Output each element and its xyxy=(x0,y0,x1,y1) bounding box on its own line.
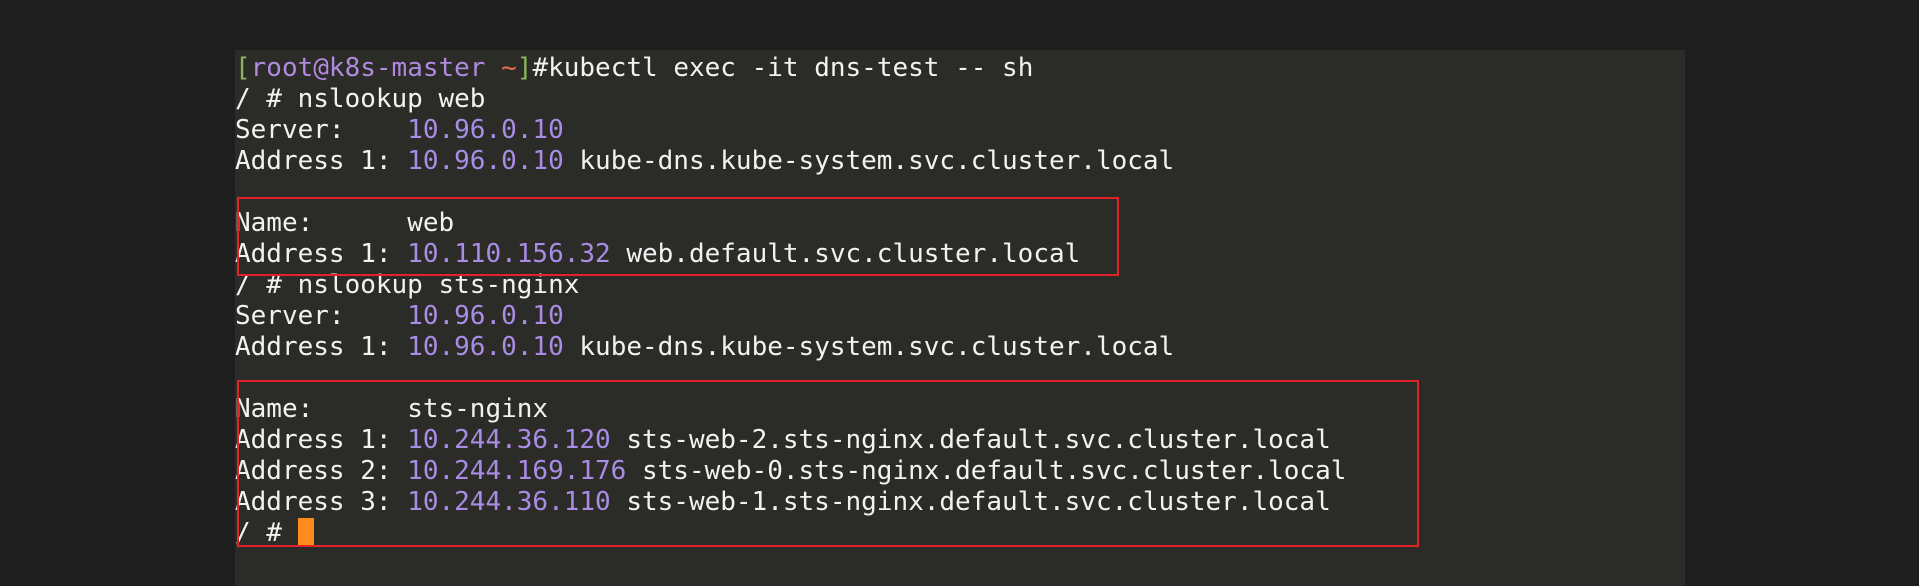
nslookup-web-command: / # nslookup web xyxy=(235,84,486,114)
prompt-hash: # xyxy=(532,53,549,83)
address-hostname: kube-dns.kube-system.svc.cluster.local xyxy=(563,332,1175,362)
command-text: kubectl exec -it dns-test -- sh xyxy=(548,53,1034,83)
server-line: Server: 10.96.0.10 xyxy=(235,115,564,146)
prompt-cwd: ~ xyxy=(501,53,517,83)
address-hostname: kube-dns.kube-system.svc.cluster.local xyxy=(563,146,1175,176)
address-label: Address 1: xyxy=(235,146,408,176)
server-label: Server: xyxy=(235,115,408,145)
server-address-line: Address 1: 10.96.0.10 kube-dns.kube-syst… xyxy=(235,332,1174,363)
prompt-user-host: root@k8s-master xyxy=(250,53,486,83)
terminal-window[interactable]: [root@k8s-master ~]#kubectl exec -it dns… xyxy=(235,50,1685,586)
address-ip: 10.96.0.10 xyxy=(407,332,564,362)
server-line: Server: 10.96.0.10 xyxy=(235,301,564,332)
address-ip: 10.96.0.10 xyxy=(407,146,564,176)
server-ip: 10.96.0.10 xyxy=(407,115,564,145)
prompt-close-bracket: ] xyxy=(516,53,533,83)
shell-prompt-line: [root@k8s-master ~]#kubectl exec -it dns… xyxy=(235,53,1033,84)
server-ip: 10.96.0.10 xyxy=(407,301,564,331)
prompt-open-bracket: [ xyxy=(235,53,251,83)
server-address-line: Address 1: 10.96.0.10 kube-dns.kube-syst… xyxy=(235,146,1174,177)
highlight-box-sts-nginx xyxy=(237,380,1419,547)
address-label: Address 1: xyxy=(235,332,408,362)
server-label: Server: xyxy=(235,301,408,331)
highlight-box-web xyxy=(237,197,1119,276)
